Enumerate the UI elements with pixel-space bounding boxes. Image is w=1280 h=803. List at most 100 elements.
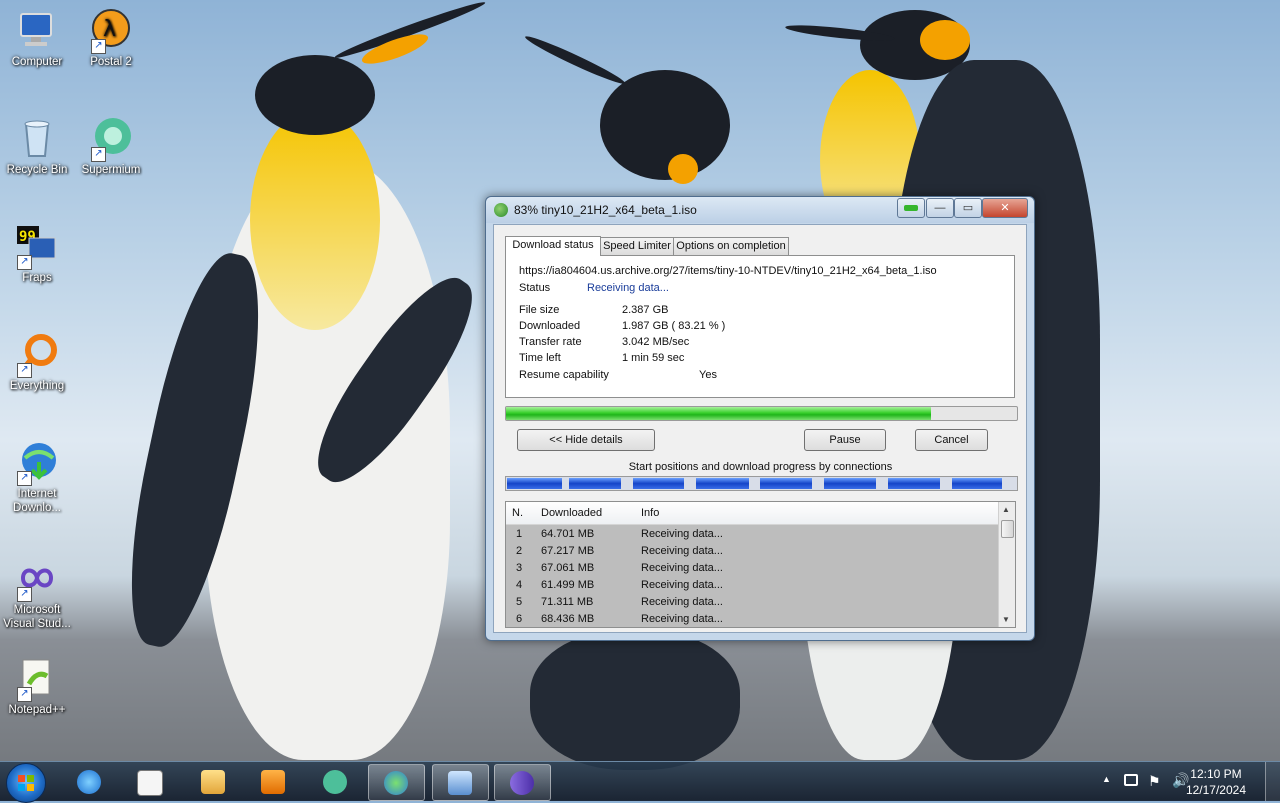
- cancel-button[interactable]: Cancel: [915, 429, 988, 451]
- minimize-button[interactable]: —: [926, 198, 954, 218]
- control-panel-icon: [448, 771, 472, 795]
- maximize-button[interactable]: ▭: [954, 198, 982, 218]
- connection-segment: [888, 478, 940, 489]
- desktop-icon-label: Microsoft Visual Stud...: [3, 604, 71, 630]
- desktop-icon-supermium[interactable]: ↗ Supermium: [74, 116, 148, 177]
- desktop-icon-notepad-plus-plus[interactable]: ↗ Notepad++: [0, 656, 74, 717]
- desktop-icon-label: Computer: [11, 56, 63, 68]
- network-icon[interactable]: [1124, 774, 1138, 786]
- action-center-flag-icon[interactable]: ⚑: [1148, 773, 1161, 790]
- connection-segment: [952, 478, 1002, 489]
- connections-caption: Start positions and download progress by…: [628, 461, 893, 473]
- window-client-area: Download status Speed Limiter Options on…: [493, 224, 1027, 633]
- scrollbar-thumb[interactable]: [1001, 520, 1014, 538]
- tab-speed-limiter[interactable]: Speed Limiter: [600, 237, 674, 255]
- shortcut-arrow-icon: ↗: [91, 147, 106, 162]
- desktop-icon-recycle-bin[interactable]: Recycle Bin: [0, 116, 74, 177]
- column-header-downloaded[interactable]: Downloaded: [541, 507, 602, 519]
- connection-segment: [760, 478, 812, 489]
- desktop-icon-visual-studio[interactable]: ↗ Microsoft Visual Stud...: [0, 556, 74, 631]
- desktop-icon-label: Fraps: [22, 272, 52, 284]
- supermium-icon: ↗: [89, 116, 133, 162]
- connection-segment: [696, 478, 749, 489]
- recycle-bin-icon: [15, 116, 59, 160]
- button-label: << Hide details: [549, 434, 623, 446]
- notepad-plus-plus-icon: ↗: [15, 656, 59, 702]
- supermium-icon: [323, 770, 347, 794]
- table-row[interactable]: 3 67.061 MB Receiving data...: [506, 560, 998, 577]
- cell-number: 4: [516, 579, 523, 591]
- close-icon: ✕: [1000, 202, 1010, 214]
- tab-label: Speed Limiter: [603, 240, 671, 252]
- desktop-icon-fraps[interactable]: 99 ↗ Fraps: [0, 224, 74, 285]
- desktop-icon-postal-2[interactable]: λ ↗ Postal 2: [74, 8, 148, 69]
- tab-label: Options on completion: [676, 240, 786, 252]
- connections-table: N. Downloaded Info 1 64.701 MB Receiving…: [505, 501, 1016, 628]
- table-row[interactable]: 2 67.217 MB Receiving data...: [506, 543, 998, 560]
- cell-number: 3: [516, 562, 523, 574]
- table-row[interactable]: 6 68.436 MB Receiving data...: [506, 611, 998, 627]
- tab-download-status[interactable]: Download status: [505, 236, 601, 256]
- window-title-bar[interactable]: 83% tiny10_21H2_x64_beta_1.iso — ▭ ✕: [486, 197, 1034, 223]
- column-header-number[interactable]: N.: [512, 507, 523, 519]
- table-row[interactable]: 1 64.701 MB Receiving data...: [506, 526, 998, 543]
- table-row[interactable]: 4 61.499 MB Receiving data...: [506, 577, 998, 594]
- idm-globe-icon: [384, 771, 408, 795]
- show-hidden-icons-arrow-icon[interactable]: ▲: [1102, 774, 1111, 784]
- pause-button[interactable]: Pause: [804, 429, 886, 451]
- taskbar-supermium[interactable]: [308, 764, 363, 799]
- desktop-icon-computer[interactable]: Computer: [0, 8, 74, 69]
- downloaded-label: Downloaded: [519, 320, 581, 332]
- taskbar-visual-studio[interactable]: [494, 764, 551, 801]
- taskbar-internet-explorer[interactable]: [62, 764, 117, 799]
- desktop-icon-label: Notepad++: [8, 704, 66, 716]
- close-button[interactable]: ✕: [982, 198, 1028, 218]
- table-row[interactable]: 5 71.311 MB Receiving data...: [506, 594, 998, 611]
- windows-logo-icon: [18, 775, 34, 791]
- idm-tray-icon: [904, 205, 918, 211]
- idm-tray-button[interactable]: [897, 198, 925, 218]
- time-left-value: 1 min 59 sec: [622, 352, 685, 364]
- cell-info: Receiving data...: [641, 545, 723, 557]
- connection-segment: [569, 478, 621, 489]
- taskbar-internet-download-manager[interactable]: [368, 764, 425, 801]
- idm-globe-icon: ↗: [15, 440, 59, 486]
- tab-options-on-completion[interactable]: Options on completion: [673, 237, 789, 255]
- taskbar: ▲ ⚑ 🔊 12:10 PM 12/17/2024: [0, 761, 1280, 803]
- taskbar-media-player[interactable]: [246, 764, 301, 799]
- show-desktop-button[interactable]: [1265, 762, 1280, 801]
- cell-number: 5: [516, 596, 523, 608]
- visual-studio-infinity-icon: [510, 771, 534, 795]
- downloaded-value: 1.987 GB ( 83.21 % ): [622, 320, 726, 332]
- desktop-icon-label: Supermium: [81, 164, 141, 176]
- system-clock[interactable]: 12:10 PM 12/17/2024: [1186, 766, 1246, 798]
- download-progress-fill: [506, 407, 932, 420]
- scroll-down-arrow-icon[interactable]: ▼: [1002, 615, 1010, 624]
- maximize-icon: ▭: [962, 202, 974, 214]
- shortcut-arrow-icon: ↗: [17, 587, 32, 602]
- column-header-info[interactable]: Info: [641, 507, 659, 519]
- desktop-icon-label: Everything: [9, 380, 65, 392]
- transfer-rate-label: Transfer rate: [519, 336, 582, 348]
- hide-details-button[interactable]: << Hide details: [517, 429, 655, 451]
- cell-downloaded: 67.217 MB: [541, 545, 595, 557]
- resume-capability-value: Yes: [699, 369, 717, 381]
- cell-downloaded: 71.311 MB: [541, 596, 594, 608]
- table-vertical-scrollbar[interactable]: ▲ ▼: [998, 502, 1015, 627]
- window-title: 83% tiny10_21H2_x64_beta_1.iso: [514, 203, 697, 217]
- internet-explorer-icon: [77, 770, 101, 794]
- computer-icon: [15, 8, 59, 52]
- desktop-icon-everything[interactable]: ↗ Everything: [0, 332, 74, 393]
- cell-info: Receiving data...: [641, 579, 723, 591]
- scroll-up-arrow-icon[interactable]: ▲: [1002, 505, 1010, 514]
- cell-number: 2: [516, 545, 523, 557]
- taskbar-notepad[interactable]: [122, 764, 177, 799]
- cell-info: Receiving data...: [641, 562, 723, 574]
- taskbar-file-explorer[interactable]: [186, 764, 241, 799]
- taskbar-control-panel[interactable]: [432, 764, 489, 801]
- connections-progress-bar: [505, 476, 1018, 491]
- start-button[interactable]: [6, 763, 46, 803]
- desktop-icon-internet-download-manager[interactable]: ↗ Internet Downlo...: [0, 440, 74, 515]
- resume-capability-label: Resume capability: [519, 369, 609, 381]
- half-life-lambda-icon: λ ↗: [89, 8, 133, 54]
